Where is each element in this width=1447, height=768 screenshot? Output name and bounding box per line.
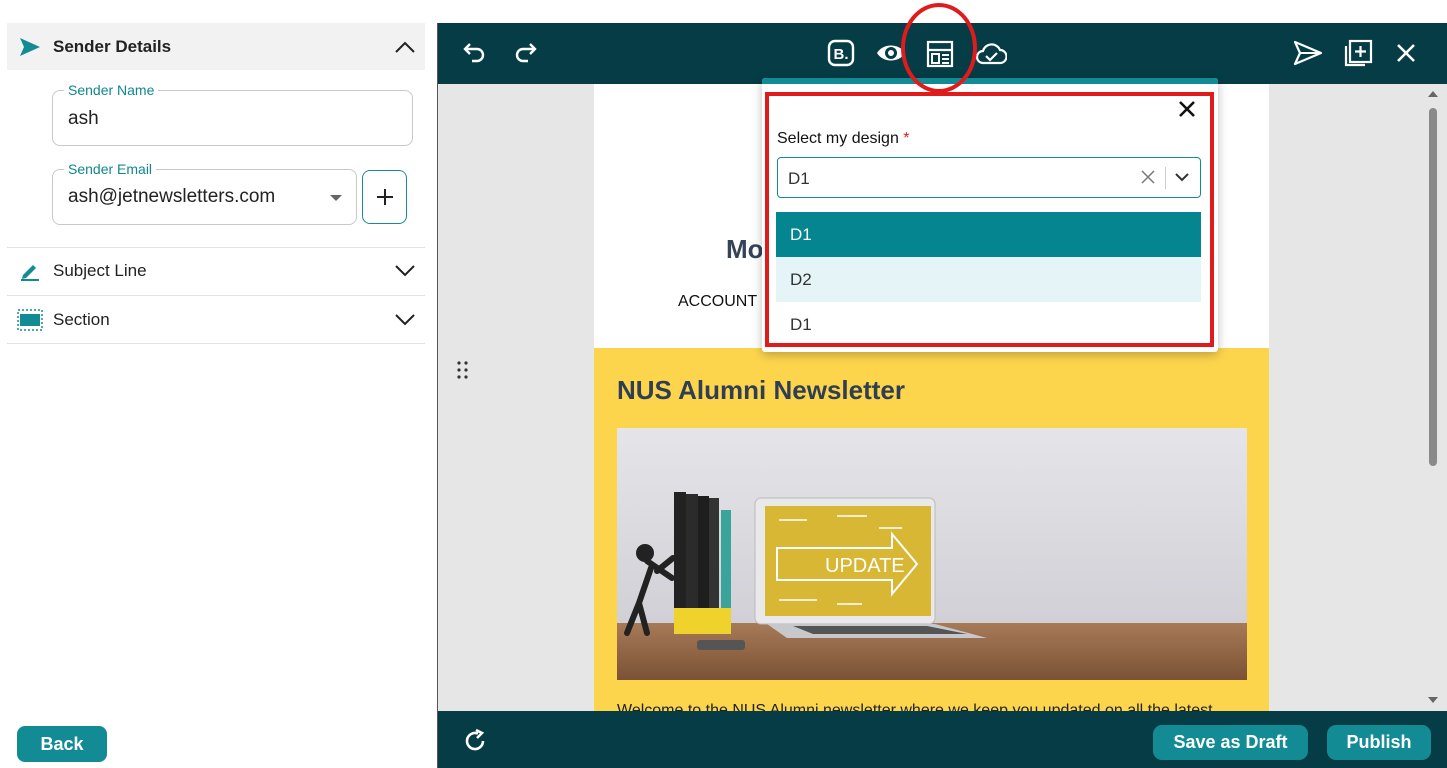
sender-email-label: Sender Email xyxy=(64,161,157,177)
scroll-down-icon[interactable] xyxy=(1424,694,1442,706)
chevron-up-icon[interactable] xyxy=(385,40,425,54)
design-select[interactable]: D1 xyxy=(777,157,1201,198)
chevron-down-icon[interactable] xyxy=(385,313,425,327)
sender-details-title: Sender Details xyxy=(53,36,172,56)
section-title: Section xyxy=(53,309,110,329)
add-block-icon[interactable] xyxy=(1343,39,1373,67)
brand-icon[interactable]: B. xyxy=(827,39,855,67)
design-select-popup: Select my design * D1 D1 D2 D1 xyxy=(762,78,1218,352)
popup-accent-bar xyxy=(762,78,1218,84)
select-separator xyxy=(1165,167,1166,189)
design-option[interactable]: D1 xyxy=(776,212,1201,257)
sender-name-field[interactable]: Sender Name ash xyxy=(52,82,413,146)
redo-icon[interactable] xyxy=(512,40,538,64)
add-sender-email-button[interactable] xyxy=(362,170,407,224)
design-options-list: D1 D2 D1 xyxy=(776,212,1201,347)
undo-icon[interactable] xyxy=(462,40,488,64)
dropdown-caret-icon[interactable] xyxy=(330,195,342,201)
scroll-thumb[interactable] xyxy=(1429,108,1437,466)
paper-plane-icon xyxy=(7,37,53,57)
drag-handle-icon[interactable] xyxy=(456,360,470,385)
close-icon[interactable] xyxy=(1396,43,1416,63)
newsletter-title: NUS Alumni Newsletter xyxy=(617,375,905,405)
subject-line-header[interactable]: Subject Line xyxy=(7,247,425,294)
editor-toolbar: B. xyxy=(438,23,1447,84)
newsletter-image: UPDATE xyxy=(617,428,1247,680)
section-block-icon xyxy=(7,308,53,331)
send-icon[interactable] xyxy=(1293,39,1323,67)
required-mark: * xyxy=(903,130,910,147)
sender-details-header[interactable]: Sender Details xyxy=(7,23,425,70)
refresh-icon[interactable] xyxy=(463,729,487,753)
newsletter-intro-text: Welcome to the NUS Alumni newsletter whe… xyxy=(617,702,1213,711)
email-heading: Mo xyxy=(726,234,764,264)
left-panel: Sender Details Sender Name ash Sender Em… xyxy=(0,0,436,768)
design-option[interactable]: D2 xyxy=(776,257,1201,302)
close-icon[interactable] xyxy=(1178,100,1196,123)
back-button[interactable]: Back xyxy=(17,726,107,762)
pencil-icon xyxy=(7,261,53,281)
clear-icon[interactable] xyxy=(1140,169,1156,190)
canvas-scrollbar[interactable] xyxy=(1424,84,1442,711)
publish-button[interactable]: Publish xyxy=(1327,725,1431,760)
plus-icon xyxy=(376,189,393,205)
preview-eye-icon[interactable] xyxy=(875,41,907,65)
cloud-save-icon[interactable] xyxy=(975,41,1007,67)
sender-email-select[interactable]: Sender Email ash@jetnewsletters.com xyxy=(52,161,357,225)
sender-name-label: Sender Name xyxy=(64,82,159,98)
subject-line-title: Subject Line xyxy=(53,261,147,280)
newsletter-section[interactable]: NUS Alumni Newsletter UPDATE Welcome to … xyxy=(594,348,1269,711)
design-option[interactable]: D1 xyxy=(776,302,1201,347)
editor-footer: Save as Draft Publish xyxy=(438,711,1447,768)
sender-email-value[interactable]: ash@jetnewsletters.com xyxy=(68,186,275,208)
chevron-down-icon[interactable] xyxy=(385,264,425,278)
account-text: ACCOUNT xyxy=(678,293,758,310)
sender-name-value[interactable]: ash xyxy=(68,108,99,130)
design-select-label-text: Select my design xyxy=(777,130,899,147)
save-as-draft-button[interactable]: Save as Draft xyxy=(1153,725,1308,760)
design-select-value: D1 xyxy=(788,169,810,188)
section-header[interactable]: Section xyxy=(7,295,425,344)
design-select-label: Select my design * xyxy=(777,130,910,148)
scroll-up-icon[interactable] xyxy=(1424,88,1442,100)
chevron-down-icon[interactable] xyxy=(1174,170,1190,189)
svg-text:B.: B. xyxy=(834,46,849,63)
image-update-text: UPDATE xyxy=(825,555,905,577)
design-layout-icon[interactable] xyxy=(926,40,954,68)
